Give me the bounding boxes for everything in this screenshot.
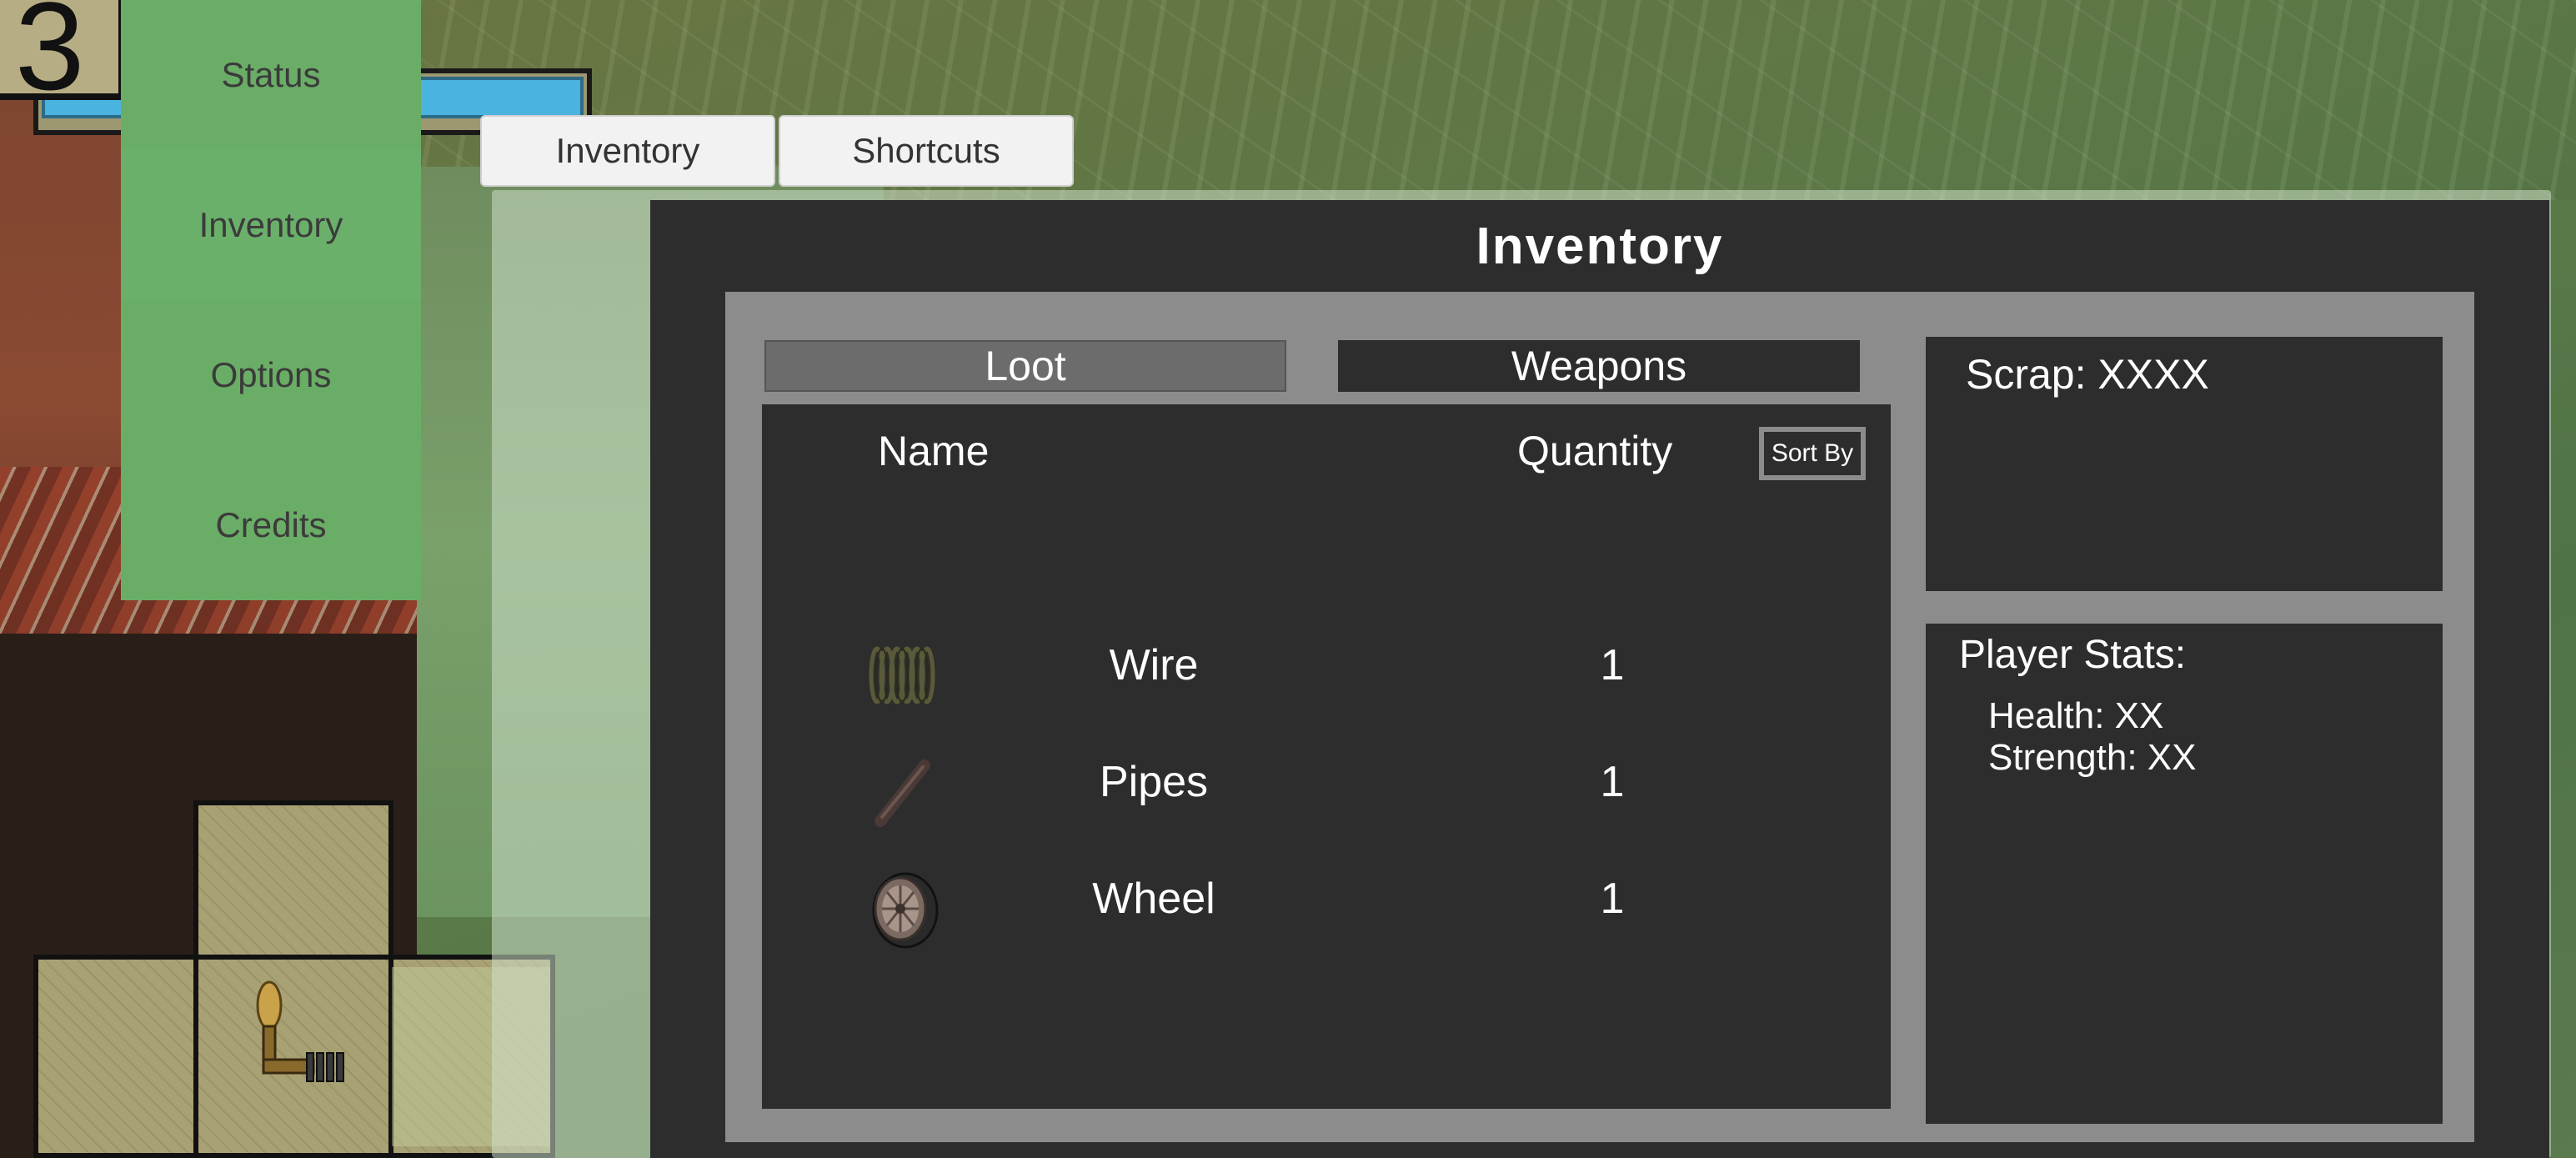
wire-coil-icon [869,646,935,704]
list-item-wheel[interactable]: Wheel 1 [762,850,1891,950]
category-tab-loot[interactable]: Loot [764,340,1286,392]
category-tab-label: Weapons [1511,343,1687,389]
menu-item-label: Credits [215,505,327,544]
robot-arm-icon [256,980,344,1082]
menu-item-credits[interactable]: Credits [121,450,421,600]
menu-item-options[interactable]: Options [121,300,421,450]
category-tab-weapons[interactable]: Weapons [1338,340,1860,392]
sort-by-button[interactable]: Sort By [1759,427,1866,480]
item-name: Wire [1109,641,1199,689]
menu-item-inventory[interactable]: Inventory [121,150,421,300]
tab-inventory[interactable]: Inventory [480,115,775,187]
item-quantity: 1 [1600,758,1625,806]
player-stats-title: Player Stats: [1959,633,2187,677]
level-number: 3 [15,0,85,116]
menu-item-label: Options [210,355,332,394]
column-header-name: Name [878,428,990,474]
tab-label: Shortcuts [852,131,1000,170]
category-tab-label: Loot [985,343,1066,389]
tab-shortcuts[interactable]: Shortcuts [779,115,1074,187]
tab-label: Inventory [555,131,700,170]
list-item-pipes[interactable]: Pipes 1 [762,734,1891,834]
inventory-title: Inventory [1476,218,1724,275]
item-name: Wheel [1092,875,1215,923]
list-item-wire[interactable]: Wire 1 [762,617,1891,717]
menu-item-label: Status [221,55,321,94]
strength-stat: Strength: XX [1988,737,2197,778]
menu-item-status[interactable]: Status [121,0,421,150]
side-menu: Status Inventory Options Credits [121,0,421,600]
item-quantity: 1 [1600,875,1625,923]
menu-item-label: Inventory [198,205,343,244]
hotbar-slot[interactable] [33,955,204,1158]
item-name: Pipes [1099,758,1209,806]
pipe-icon [875,759,930,827]
item-quantity: 1 [1600,641,1625,689]
wheel-icon [872,872,939,949]
scrap-count: Scrap: XXXX [1966,351,2209,398]
health-stat: Health: XX [1988,695,2164,736]
level-indicator: 3 [0,0,125,108]
column-header-quantity: Quantity [1517,428,1673,474]
hotbar-slot[interactable] [193,955,393,1158]
